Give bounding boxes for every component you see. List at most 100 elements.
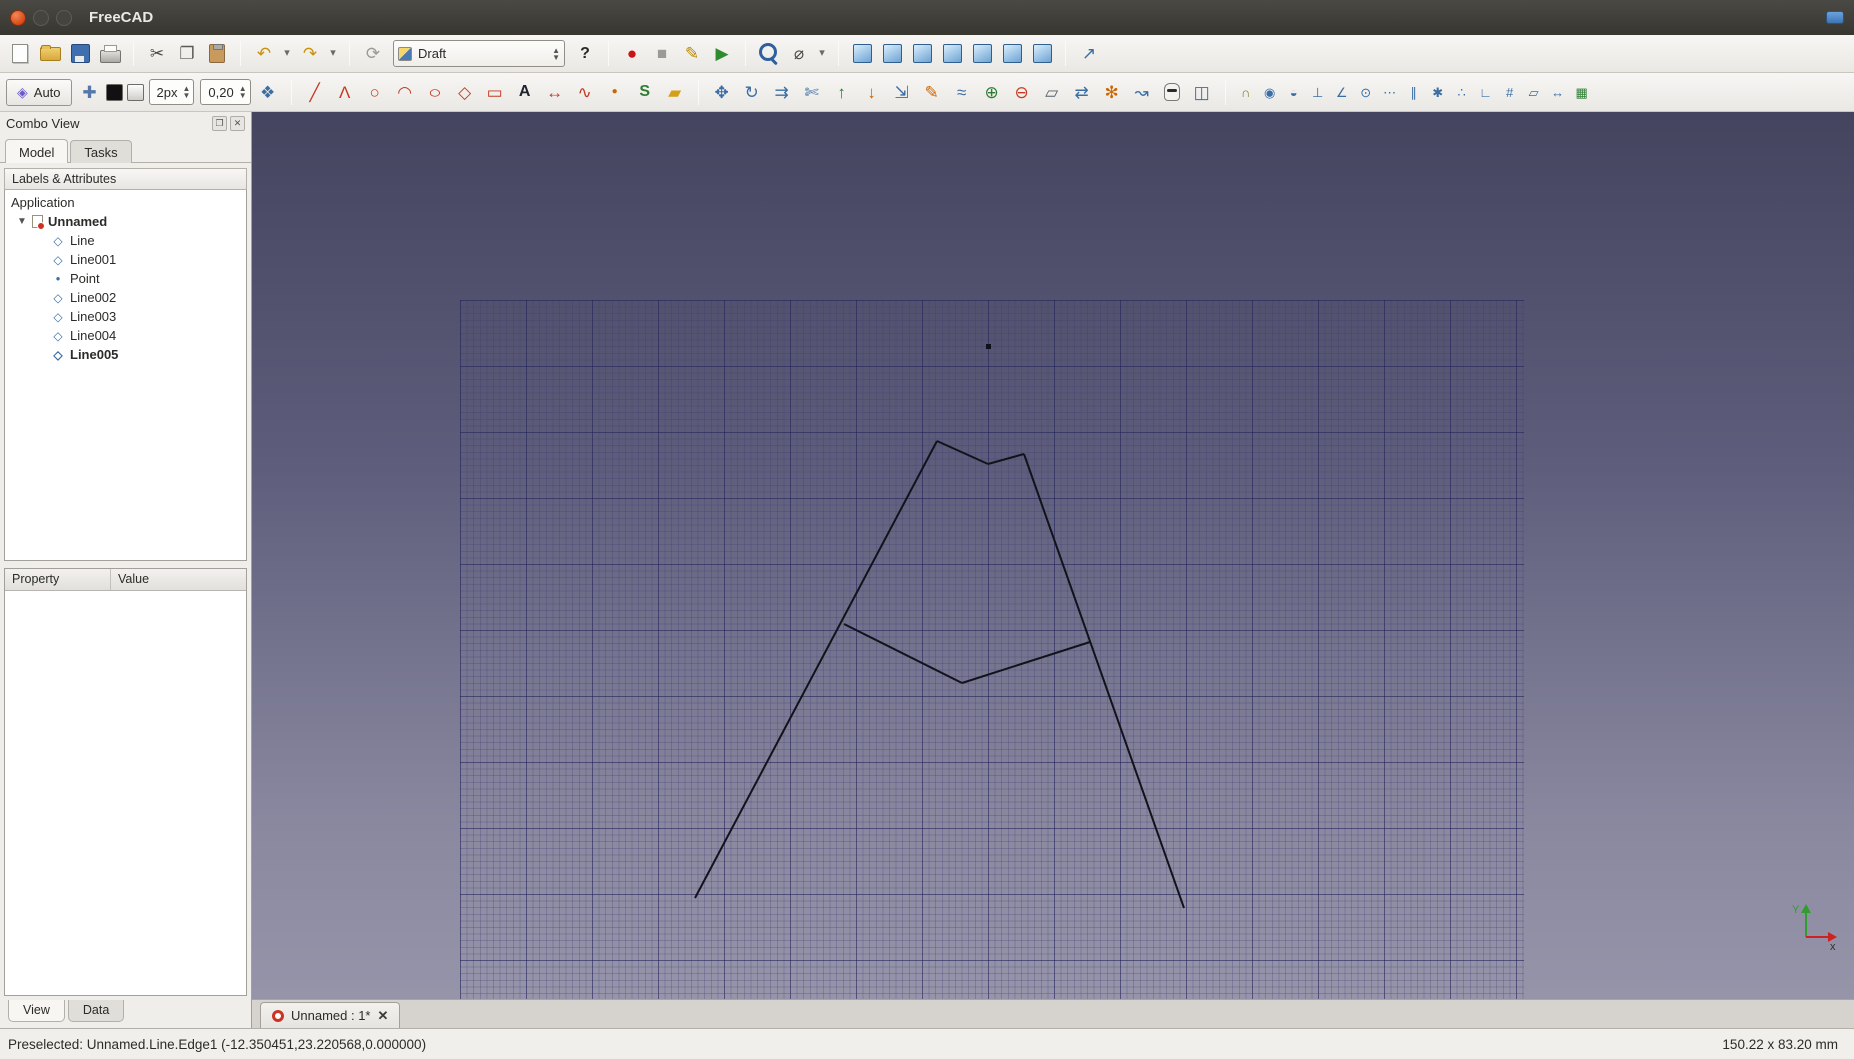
- view-left-icon[interactable]: [1028, 40, 1056, 68]
- draft-offset-icon[interactable]: ⇉: [768, 78, 796, 106]
- draft-polygon-icon[interactable]: ◇: [451, 78, 479, 106]
- whats-this-icon[interactable]: ?: [571, 40, 599, 68]
- view-axonometric-icon[interactable]: [848, 40, 876, 68]
- document-tab[interactable]: Unnamed : 1* ✕: [260, 1002, 401, 1028]
- tab-view[interactable]: View: [8, 1000, 65, 1022]
- open-folder-icon[interactable]: [36, 40, 64, 68]
- tree-item-point[interactable]: ● Point: [7, 269, 244, 288]
- undo-menu-icon[interactable]: ▾: [280, 40, 294, 68]
- refresh-icon[interactable]: ⟳: [359, 40, 387, 68]
- snap-angle-icon[interactable]: ∠: [1331, 80, 1353, 104]
- snap-grid-icon[interactable]: #: [1499, 80, 1521, 104]
- text-scale-spinner-icon[interactable]: ▲ ▼: [239, 85, 247, 100]
- tree-item-line002[interactable]: ◇ Line002: [7, 288, 244, 307]
- draft-trimex-icon[interactable]: ✄: [798, 78, 826, 106]
- undo-icon[interactable]: ↶: [250, 40, 278, 68]
- expand-arrow-icon[interactable]: ▼: [17, 216, 27, 227]
- float-panel-icon[interactable]: ❐: [212, 116, 227, 131]
- draft-line-icon[interactable]: ╱: [301, 78, 329, 106]
- window-maximize-icon[interactable]: [56, 9, 72, 26]
- tab-data[interactable]: Data: [67, 1000, 125, 1022]
- draft-rectangle-icon[interactable]: ▭: [481, 78, 509, 106]
- view-front-icon[interactable]: [878, 40, 906, 68]
- snap-extension-icon[interactable]: ⋯: [1379, 80, 1401, 104]
- macro-execute-icon[interactable]: ▶: [708, 40, 736, 68]
- apply-style-icon[interactable]: ❖: [254, 78, 282, 106]
- cut-icon[interactable]: ✂: [143, 40, 171, 68]
- draft-shape-2d-view-icon[interactable]: ▱: [1038, 78, 1066, 106]
- snap-parallel-icon[interactable]: ∥: [1403, 80, 1425, 104]
- macro-record-icon[interactable]: ●: [618, 40, 646, 68]
- macro-edit-icon[interactable]: ✎: [678, 40, 706, 68]
- draft-arc-icon[interactable]: ◠: [391, 78, 419, 106]
- zoom-fit-icon[interactable]: [755, 40, 783, 68]
- draft-point-icon[interactable]: ●: [601, 78, 629, 106]
- line-color-swatch[interactable]: [105, 83, 123, 101]
- draft-delete-point-icon[interactable]: ⊖: [1008, 78, 1036, 106]
- draft-clone-icon[interactable]: [1158, 78, 1186, 106]
- tab-tasks[interactable]: Tasks: [70, 140, 132, 163]
- draft-edit-icon[interactable]: ✎: [918, 78, 946, 106]
- macro-stop-icon[interactable]: ■: [648, 40, 676, 68]
- draft-wire-icon[interactable]: Λ: [331, 78, 359, 106]
- draft-to-sketch-icon[interactable]: ⇄: [1068, 78, 1096, 106]
- draft-shapestring-icon[interactable]: S: [631, 78, 659, 106]
- tree-item-unnamed[interactable]: ▼ Unnamed: [7, 212, 244, 231]
- snap-special-icon[interactable]: ✱: [1427, 80, 1449, 104]
- 3d-viewport[interactable]: Y x: [252, 112, 1854, 999]
- snap-center-icon[interactable]: ⊙: [1355, 80, 1377, 104]
- redo-menu-icon[interactable]: ▾: [326, 40, 340, 68]
- draft-path-array-icon[interactable]: ↝: [1128, 78, 1156, 106]
- snap-near-icon[interactable]: ∴: [1451, 80, 1473, 104]
- snap-perpendicular-icon[interactable]: ⊥: [1307, 80, 1329, 104]
- close-document-tab-icon[interactable]: ✕: [378, 1008, 389, 1024]
- draw-style-icon[interactable]: ⌀: [785, 40, 813, 68]
- construction-mode-icon[interactable]: ✚: [76, 78, 104, 106]
- toggle-grid-icon[interactable]: ▦: [1571, 80, 1593, 104]
- draft-ellipse-icon[interactable]: ○: [416, 78, 454, 106]
- draft-circle-icon[interactable]: ○: [361, 78, 389, 106]
- tree-item-line005[interactable]: ◇ Line005: [7, 345, 244, 364]
- tree-item-line001[interactable]: ◇ Line001: [7, 250, 244, 269]
- line-width-spinner-icon[interactable]: ▲ ▼: [183, 85, 191, 100]
- new-file-icon[interactable]: [6, 40, 34, 68]
- view-right-icon[interactable]: [938, 40, 966, 68]
- view-rear-icon[interactable]: [968, 40, 996, 68]
- measure-distance-icon[interactable]: ↗: [1075, 40, 1103, 68]
- workbench-selector[interactable]: Draft ▲ ▼: [393, 40, 565, 67]
- window-minimize-icon[interactable]: [33, 9, 49, 26]
- system-tray-icon[interactable]: [1826, 11, 1844, 24]
- face-color-swatch[interactable]: [126, 83, 144, 101]
- save-file-icon[interactable]: [66, 40, 94, 68]
- draft-facebinder-icon[interactable]: ▰: [661, 78, 689, 106]
- working-plane-button[interactable]: ◈ Auto: [6, 78, 72, 106]
- draft-mirror-icon[interactable]: ◫: [1188, 78, 1216, 106]
- snap-midpoint-icon[interactable]: ◒: [1283, 80, 1305, 104]
- draft-move-icon[interactable]: ✥: [708, 78, 736, 106]
- draft-add-point-icon[interactable]: ⊕: [978, 78, 1006, 106]
- tree-item-application[interactable]: Application: [7, 193, 244, 212]
- draft-downgrade-icon[interactable]: ↓: [858, 78, 886, 106]
- view-bottom-icon[interactable]: [998, 40, 1026, 68]
- window-close-icon[interactable]: [10, 9, 26, 26]
- draft-bspline-icon[interactable]: ∿: [571, 78, 599, 106]
- snap-lock-icon[interactable]: ∩: [1235, 80, 1257, 104]
- view-top-icon[interactable]: [908, 40, 936, 68]
- tree-item-line004[interactable]: ◇ Line004: [7, 326, 244, 345]
- snap-endpoint-icon[interactable]: ◉: [1259, 80, 1281, 104]
- draw-style-menu-icon[interactable]: ▾: [815, 40, 829, 68]
- tab-model[interactable]: Model: [5, 139, 69, 163]
- draft-text-icon[interactable]: A: [511, 78, 539, 106]
- snap-working-plane-icon[interactable]: ▱: [1523, 80, 1545, 104]
- redo-icon[interactable]: ↷: [296, 40, 324, 68]
- copy-icon[interactable]: ❐: [173, 40, 201, 68]
- draft-upgrade-icon[interactable]: ↑: [828, 78, 856, 106]
- line-width-spinbox[interactable]: 2px ▲ ▼: [148, 79, 195, 105]
- draft-scale-icon[interactable]: ⇲: [888, 78, 916, 106]
- draft-array-icon[interactable]: ✻: [1098, 78, 1126, 106]
- workbench-spinner-icon[interactable]: ▲ ▼: [552, 46, 560, 61]
- draft-dimension-icon[interactable]: ↔: [541, 78, 569, 106]
- snap-dimensions-icon[interactable]: ↔: [1547, 80, 1569, 104]
- close-panel-icon[interactable]: ✕: [230, 116, 245, 131]
- print-icon[interactable]: [96, 40, 124, 68]
